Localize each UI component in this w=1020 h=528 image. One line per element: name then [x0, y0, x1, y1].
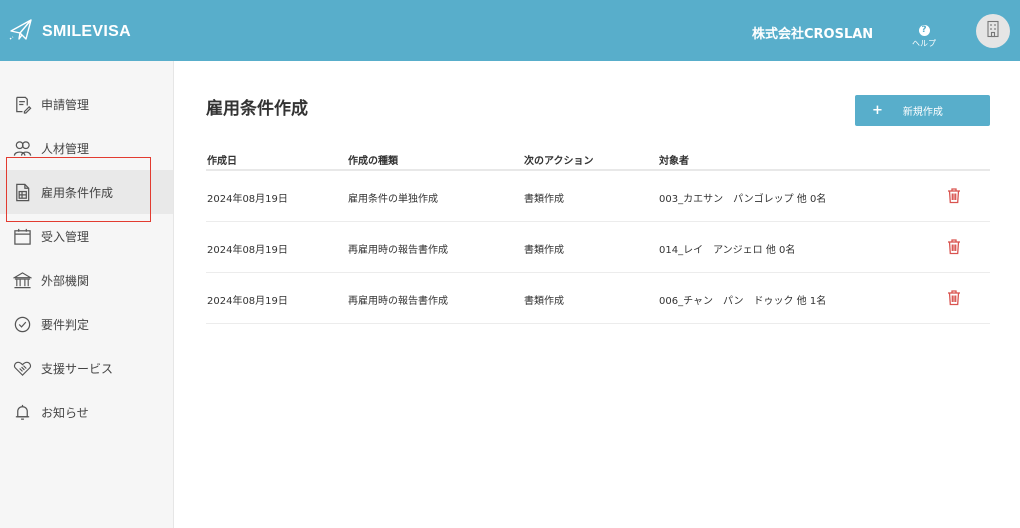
cell-creation-type: 再雇用時の報告書作成	[348, 245, 448, 256]
column-header-next-action[interactable]: 次のアクション	[524, 152, 594, 167]
table-header: 作成日 作成の種類 次のアクション 対象者	[206, 147, 990, 171]
column-header-created-date[interactable]: 作成日	[207, 152, 237, 167]
cell-next-action: 書類作成	[524, 194, 564, 205]
sidebar-item-personnel[interactable]: 人材管理	[0, 126, 173, 170]
sidebar-item-label: お知らせ	[41, 405, 89, 420]
cell-created-date: 2024年08月19日	[207, 296, 288, 307]
sidebar-item-external-org[interactable]: 外部機関	[0, 258, 173, 302]
table-row[interactable]: 2024年08月19日 再雇用時の報告書作成 書類作成 014_レイ アンジェロ…	[206, 222, 990, 273]
brand-logo[interactable]: SMILEVISA	[8, 17, 131, 47]
trash-icon[interactable]	[946, 289, 962, 306]
institution-icon	[12, 270, 32, 290]
sidebar-item-support-service[interactable]: 支援サービス	[0, 346, 173, 390]
table-row[interactable]: 2024年08月19日 雇用条件の単独作成 書類作成 003_カエサン パンゴレ…	[206, 171, 990, 222]
sidebar-item-label: 雇用条件作成	[41, 185, 114, 200]
cell-target: 003_カエサン パンゴレップ 他 0名	[659, 194, 827, 205]
cell-next-action: 書類作成	[524, 245, 564, 256]
sidebar-item-requirement-check[interactable]: 要件判定	[0, 302, 173, 346]
top-bar: SMILEVISA 株式会社CROSLAN ? ヘルプ	[0, 0, 1020, 61]
sidebar-item-label: 外部機関	[41, 273, 90, 288]
calendar-icon	[12, 226, 32, 246]
cell-next-action: 書類作成	[524, 296, 564, 307]
sidebar: 申請管理 人材管理 雇用条件作成 受入管理 外部機関 要件判定 支援サービス お…	[0, 61, 174, 528]
sidebar-item-label: 人材管理	[41, 141, 90, 156]
column-header-target[interactable]: 対象者	[659, 152, 689, 167]
cell-creation-type: 再雇用時の報告書作成	[348, 296, 448, 307]
question-circle-icon: ?	[918, 25, 930, 36]
handshake-icon	[12, 358, 32, 378]
table-row[interactable]: 2024年08月19日 再雇用時の報告書作成 書類作成 006_チャン パン ド…	[206, 273, 990, 324]
help-label: ヘルプ	[912, 39, 936, 48]
sidebar-item-label: 要件判定	[41, 317, 90, 332]
check-circle-icon	[12, 314, 32, 334]
account-avatar[interactable]	[976, 14, 1010, 48]
cell-created-date: 2024年08月19日	[207, 245, 288, 256]
page-title: 雇用条件作成	[206, 99, 308, 119]
main-content: 雇用条件作成 + 新規作成 作成日 作成の種類 次のアクション 対象者 2024…	[175, 61, 1020, 528]
cell-created-date: 2024年08月19日	[207, 194, 288, 205]
document-pencil-icon	[12, 94, 32, 114]
trash-icon[interactable]	[946, 187, 962, 204]
company-name: 株式会社CROSLAN	[752, 27, 874, 42]
sidebar-item-acceptance[interactable]: 受入管理	[0, 214, 173, 258]
help-button[interactable]: ? ヘルプ	[905, 17, 943, 49]
employment-terms-table: 作成日 作成の種類 次のアクション 対象者 2024年08月19日 雇用条件の単…	[206, 147, 990, 324]
bell-icon	[12, 402, 32, 422]
cell-creation-type: 雇用条件の単独作成	[348, 194, 438, 205]
cell-target: 006_チャン パン ドゥック 他 1名	[659, 296, 827, 307]
cell-target: 014_レイ アンジェロ 他 0名	[659, 245, 796, 256]
building-icon	[985, 20, 1001, 42]
brand-name: SMILEVISA	[42, 23, 131, 40]
new-create-label: 新規作成	[902, 107, 943, 118]
sidebar-item-label: 申請管理	[41, 97, 90, 112]
sidebar-item-label: 支援サービス	[41, 361, 114, 376]
column-header-creation-type[interactable]: 作成の種類	[348, 152, 398, 167]
sidebar-item-notifications[interactable]: お知らせ	[0, 390, 173, 434]
paper-plane-icon	[8, 17, 34, 47]
plus-icon: +	[872, 103, 883, 118]
new-create-button[interactable]: + 新規作成	[855, 95, 990, 126]
sidebar-item-employment-terms[interactable]: 雇用条件作成	[0, 170, 173, 214]
sidebar-item-application[interactable]: 申請管理	[0, 82, 173, 126]
trash-icon[interactable]	[946, 238, 962, 255]
sidebar-item-label: 受入管理	[41, 229, 90, 244]
people-icon	[12, 138, 32, 158]
document-table-icon	[12, 182, 32, 202]
